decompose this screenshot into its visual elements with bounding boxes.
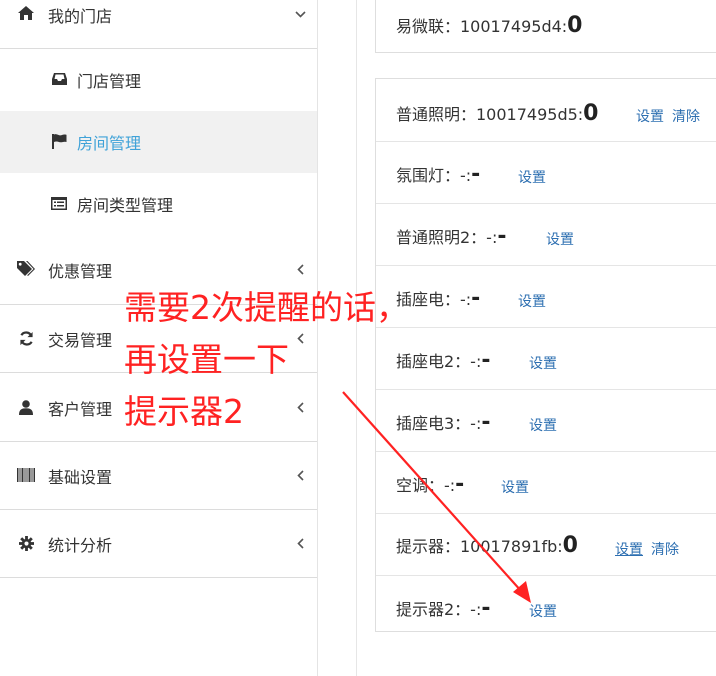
device-label: 插座电3：-:: [396, 414, 482, 433]
device-row: 氛围灯：-:- 设置: [376, 142, 716, 204]
device-name: 普通照明：10017495d5:0: [396, 101, 598, 126]
refresh-icon: [16, 328, 36, 348]
chevron-down-icon: [293, 7, 307, 21]
device-row: 插座电3：-:- 设置: [376, 390, 716, 452]
home-icon: [16, 3, 36, 23]
device-row: 提示器：10017891fb:0 设置 清除: [376, 514, 716, 576]
device-value: 0: [583, 101, 599, 126]
sidebar-subitem-label: 门店管理: [77, 72, 142, 91]
set-button[interactable]: 设置: [636, 106, 664, 126]
flag-icon: [50, 132, 68, 150]
device-label: 空调：-:: [396, 476, 456, 495]
sidebar-item-basic-settings[interactable]: 基础设置: [0, 442, 317, 509]
device-name: 普通照明2：-:-: [396, 224, 507, 249]
list-icon: [50, 194, 68, 212]
inbox-icon: [50, 70, 68, 88]
device-row: 普通照明2：-:- 设置: [376, 204, 716, 266]
annotation-line: 再设置一下: [124, 340, 289, 379]
content-gutter-divider: [356, 0, 357, 676]
clear-button[interactable]: 清除: [651, 539, 679, 559]
device-value: -: [471, 286, 481, 311]
sidebar-item-my-store[interactable]: 我的门店: [0, 0, 317, 48]
device-name: 提示器：10017891fb:0: [396, 533, 578, 558]
device-value: 0: [562, 533, 578, 558]
set-button[interactable]: 设置: [546, 229, 574, 249]
device-value: -: [471, 162, 481, 187]
device-row: 插座电：-:- 设置: [376, 266, 716, 328]
device-value: 0: [567, 13, 583, 38]
sidebar-subitem-label: 房间类型管理: [77, 196, 174, 215]
barcode-icon: [16, 465, 36, 485]
set-button[interactable]: 设置: [529, 353, 557, 373]
device-row: 插座电2：-:- 设置: [376, 328, 716, 390]
device-label: 易微联：10017495d4:: [396, 17, 568, 36]
device-name: 易微联：10017495d4:0: [396, 13, 582, 38]
set-button[interactable]: 设置: [529, 601, 557, 621]
set-button[interactable]: 设置: [501, 477, 529, 497]
gear-icon: [16, 533, 36, 553]
sidebar-item-label: 交易管理: [48, 331, 113, 350]
sidebar-item-label: 客户管理: [48, 400, 113, 419]
device-name: 插座电2：-:-: [396, 348, 491, 373]
chevron-left-icon: [293, 536, 307, 550]
annotation-line: 需要2次提醒的话，: [124, 288, 409, 327]
device-name: 氛围灯：-:-: [396, 162, 480, 187]
sidebar-item-label: 统计分析: [48, 536, 113, 555]
device-value: -: [481, 596, 491, 621]
device-value: -: [455, 472, 465, 497]
set-button[interactable]: 设置: [518, 291, 546, 311]
sidebar-subitem-room-management[interactable]: 房间管理: [0, 111, 317, 173]
annotation-line: 提示器2: [124, 392, 244, 431]
device-value: -: [481, 410, 491, 435]
sidebar-item-label: 基础设置: [48, 468, 113, 487]
device-row: 易微联：10017495d4:0: [376, 0, 716, 52]
user-icon: [16, 397, 36, 417]
sidebar-subitem-label: 房间管理: [77, 134, 142, 153]
sidebar-item-label: 优惠管理: [48, 262, 113, 281]
device-label: 插座电2：-:: [396, 352, 482, 371]
device-label: 提示器2：-:: [396, 600, 482, 619]
device-label: 普通照明2：-:: [396, 228, 498, 247]
sidebar-item-label: 我的门店: [48, 7, 113, 26]
device-name: 插座电3：-:-: [396, 410, 491, 435]
chevron-left-icon: [293, 400, 307, 414]
device-label: 普通照明：10017495d5:: [396, 105, 584, 124]
tags-icon: [16, 259, 36, 279]
device-value: -: [497, 224, 507, 249]
device-row: 普通照明：10017495d5:0 设置 清除: [376, 79, 716, 142]
clear-button[interactable]: 清除: [672, 106, 700, 126]
panel-gateway: 易微联：10017495d4:0: [375, 0, 716, 53]
device-name: 空调：-:-: [396, 472, 464, 497]
device-row: 空调：-:- 设置: [376, 452, 716, 514]
device-value: -: [481, 348, 491, 373]
device-label: 氛围灯：-:: [396, 166, 472, 185]
set-button[interactable]: 设置: [529, 415, 557, 435]
sidebar-subitem-room-type-management[interactable]: 房间类型管理: [0, 173, 317, 235]
device-row: 提示器2：-:- 设置: [376, 576, 716, 638]
panel-device-list: 普通照明：10017495d5:0 设置 清除 氛围灯：-:- 设置 普通照明2…: [375, 78, 716, 632]
sidebar-item-statistics[interactable]: 统计分析: [0, 510, 317, 577]
set-button[interactable]: 设置: [615, 539, 643, 559]
device-name: 提示器2：-:-: [396, 596, 491, 621]
sidebar-subitem-store-management[interactable]: 门店管理: [0, 49, 317, 111]
device-label: 提示器：10017891fb:: [396, 537, 563, 556]
chevron-left-icon: [293, 468, 307, 482]
chevron-left-icon: [293, 331, 307, 345]
set-button[interactable]: 设置: [518, 167, 546, 187]
chevron-left-icon: [293, 262, 307, 276]
divider: [0, 577, 317, 578]
